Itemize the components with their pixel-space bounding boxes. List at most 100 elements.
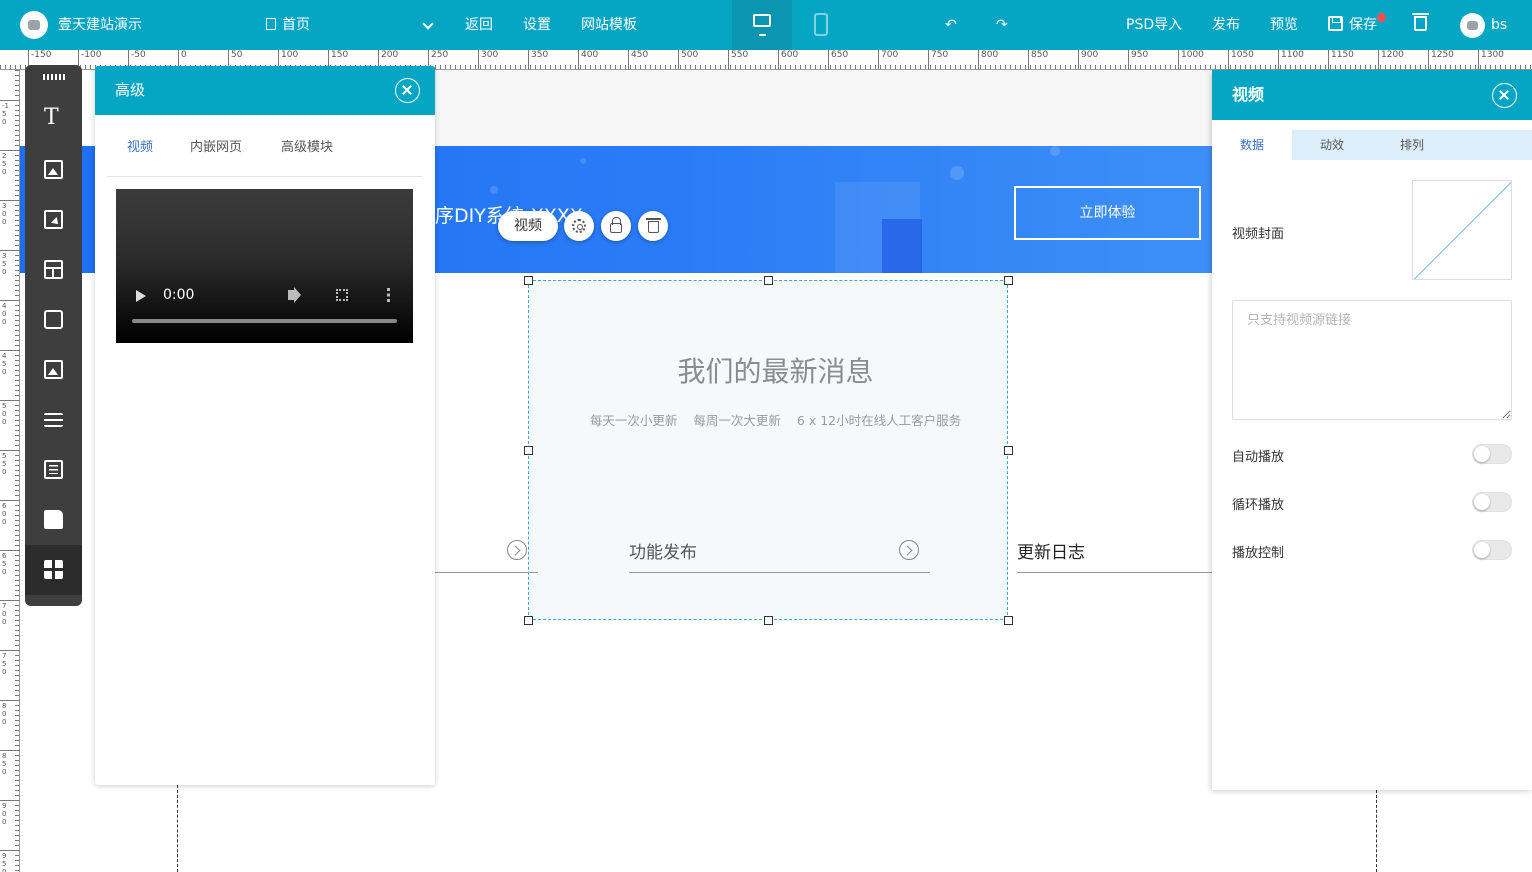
trash-button[interactable]	[1412, 0, 1429, 50]
publish-button[interactable]: 发布	[1212, 0, 1240, 50]
ruler-tick-label: 900	[2, 802, 7, 826]
resize-handle-s[interactable]	[764, 616, 773, 625]
video-panel-title: 视频	[1232, 85, 1265, 104]
resize-handle-n[interactable]	[764, 276, 773, 285]
tab-video[interactable]: 视频	[127, 136, 153, 155]
cover-upload-box[interactable]	[1412, 180, 1512, 280]
tab-data[interactable]: 数据	[1212, 130, 1292, 160]
close-icon[interactable]	[395, 78, 420, 103]
templates-button[interactable]: 网站模板	[581, 0, 637, 50]
psd-import-button[interactable]: PSD导入	[1126, 0, 1182, 50]
element-type-label[interactable]: 视频	[498, 211, 558, 241]
element-delete-button[interactable]	[638, 211, 668, 241]
more-vertical-icon[interactable]	[387, 288, 390, 302]
tab-arrange[interactable]: 排列	[1372, 130, 1452, 160]
ruler-tick-label: 900	[1081, 50, 1099, 60]
arrow-right-icon[interactable]	[899, 540, 919, 560]
ruler-major-tick	[528, 50, 529, 70]
news-column-center[interactable]: 功能发布	[629, 538, 930, 573]
slider-tool[interactable]	[25, 295, 82, 345]
ruler-major-tick	[628, 50, 629, 70]
ruler-tick-label: 1250	[1431, 50, 1454, 60]
fullscreen-icon[interactable]	[336, 289, 348, 301]
ruler-tick-label: 300	[2, 202, 7, 226]
ruler-tick-label: 600	[781, 50, 799, 60]
news-subtitle: 每天一次小更新 每周一次大更新 6 x 12小时在线人工客户服务	[528, 410, 1023, 429]
settings-button[interactable]: 设置	[523, 0, 551, 50]
video-properties-panel: 视频 数据 动效 排列 视频封面 自动播放 循环播放 播放控制	[1212, 70, 1532, 790]
page-select[interactable]: 首页	[266, 0, 438, 50]
ruler-major-tick	[0, 350, 20, 351]
resize-handle-w[interactable]	[524, 446, 533, 455]
text-tool[interactable]: T	[25, 94, 82, 144]
ruler-tick-label: 200	[381, 50, 399, 60]
ruler-major-tick	[1328, 50, 1329, 70]
list-tool[interactable]	[25, 445, 82, 495]
undo-icon[interactable]: ↶	[945, 0, 957, 50]
video-time: 0:00	[163, 287, 195, 303]
slideshow-icon	[44, 310, 63, 329]
preview-button[interactable]: 预览	[1270, 0, 1298, 50]
ruler-tick-label: 850	[1031, 50, 1049, 60]
volume-icon[interactable]	[288, 290, 294, 300]
user-name[interactable]: bs	[1491, 0, 1507, 50]
advanced-panel: 高级 视频 内嵌网页 高级模块 0:00	[95, 66, 435, 785]
video-url-input[interactable]	[1232, 300, 1512, 420]
resize-handle-ne[interactable]	[1004, 276, 1013, 285]
loop-toggle[interactable]	[1472, 492, 1512, 512]
controls-toggle[interactable]	[1472, 540, 1512, 560]
resize-handle-e[interactable]	[1004, 446, 1013, 455]
ruler-tick-label: 350	[2, 252, 7, 276]
element-lock-button[interactable]	[601, 211, 631, 241]
grid-icon	[44, 560, 63, 579]
menu-tool[interactable]	[25, 395, 82, 445]
advanced-tool[interactable]	[25, 545, 82, 595]
photo-tool[interactable]	[25, 345, 82, 395]
video-progress-bar[interactable]	[132, 319, 397, 323]
text-icon: T	[44, 105, 59, 130]
controls-label: 播放控制	[1232, 546, 1285, 561]
autoplay-toggle[interactable]	[1472, 444, 1512, 464]
tab-advanced-modules[interactable]: 高级模块	[281, 136, 333, 155]
ruler-tick-label: 300	[481, 50, 499, 60]
image-tool[interactable]	[25, 145, 82, 195]
ruler-tick-label: 600	[2, 502, 7, 526]
ruler-tick-label: 1050	[1231, 50, 1254, 60]
ruler-major-tick	[978, 50, 979, 70]
play-icon[interactable]	[136, 290, 146, 302]
button-tool[interactable]	[25, 195, 82, 245]
resize-handle-nw[interactable]	[524, 276, 533, 285]
vertical-ruler[interactable]: -150 250 300 350 400 450 500 550 600 650 700 750 800…	[0, 70, 20, 872]
layout-tool[interactable]	[25, 245, 82, 295]
tab-animation[interactable]: 动效	[1292, 130, 1372, 160]
close-icon[interactable]	[1492, 83, 1517, 108]
news-column-right[interactable]: 更新日志	[1017, 538, 1212, 573]
resize-handle-se[interactable]	[1004, 616, 1013, 625]
ruler-tick-label: 650	[2, 552, 7, 576]
drag-handle-icon[interactable]	[43, 74, 65, 80]
divider	[107, 176, 423, 177]
back-button[interactable]: 返回	[465, 0, 493, 50]
canvas-header-area	[435, 71, 1212, 146]
article-tool[interactable]	[25, 495, 82, 545]
avatar[interactable]	[1460, 13, 1485, 38]
tab-embed-page[interactable]: 内嵌网页	[190, 136, 242, 155]
desktop-view-button[interactable]	[732, 0, 792, 50]
ruler-major-tick	[0, 600, 20, 601]
ruler-tick-label: 750	[2, 652, 7, 676]
ruler-major-tick	[728, 50, 729, 70]
ruler-major-tick	[0, 850, 20, 851]
arrow-right-icon[interactable]	[507, 540, 527, 560]
resize-handle-sw[interactable]	[524, 616, 533, 625]
video-module-thumbnail[interactable]: 0:00	[116, 189, 413, 343]
picture-icon	[44, 360, 63, 379]
save-button[interactable]: 保存	[1328, 0, 1377, 50]
video-panel-tabs: 数据 动效 排列	[1212, 130, 1532, 160]
try-now-button[interactable]: 立即体验	[1014, 186, 1201, 240]
ruler-tick-label: 1100	[1281, 50, 1304, 60]
top-bar: 壹天建站演示 首页 返回 设置 网站模板 ↶ ↷ PSD导入 发布 预览 保存 …	[0, 0, 1532, 50]
element-settings-button[interactable]	[564, 211, 594, 241]
mobile-view-icon[interactable]	[814, 13, 828, 36]
advanced-panel-title: 高级	[115, 81, 146, 99]
redo-icon[interactable]: ↷	[996, 0, 1008, 50]
